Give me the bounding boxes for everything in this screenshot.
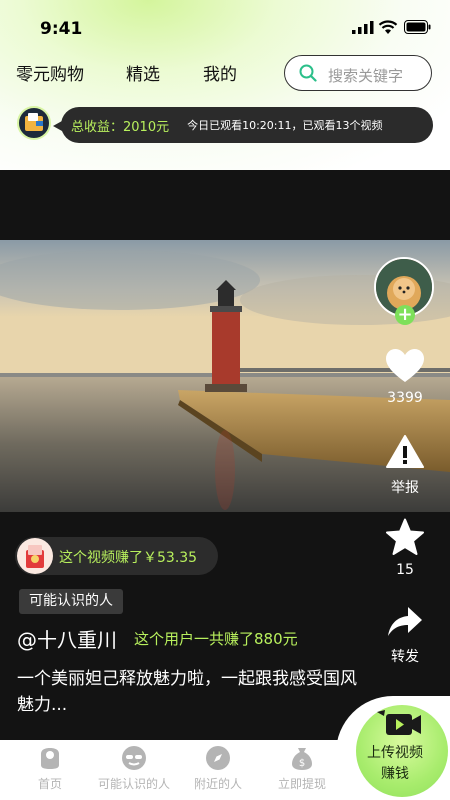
video-caption: 一个美丽妲己释放魅力啦，一起跟我感受国风魅力... <box>17 669 357 715</box>
search-icon <box>299 64 317 82</box>
upload-label-line2: 赚钱 <box>381 766 409 782</box>
tab-people-you-may-know[interactable]: 可能认识的人 <box>89 745 179 792</box>
share-label[interactable]: 转发 <box>375 646 435 666</box>
total-earnings-value: 2010元 <box>123 119 170 135</box>
status-time: 9:41 <box>40 19 83 39</box>
follow-button[interactable]: + <box>395 305 415 325</box>
search-input[interactable]: 搜索关键字 <box>284 55 432 91</box>
earnings-banner: 总收益： 2010元 今日已观看10:20:11，已观看13个视频 <box>53 107 433 143</box>
svg-text:$: $ <box>299 758 305 769</box>
author-earnings: 这个用户一共赚了880元 <box>134 630 298 648</box>
tab-withdraw[interactable]: $ 立即提现 <box>257 745 347 792</box>
heart-icon[interactable] <box>385 348 425 384</box>
money-bag-icon: $ <box>292 748 312 770</box>
tab-people-label: 可能认识的人 <box>97 777 170 791</box>
home-icon <box>41 748 59 769</box>
video-earnings-text: 这个视频赚了￥53.35 <box>59 550 198 566</box>
user-avatar[interactable] <box>17 106 51 140</box>
upload-label-line1: 上传视频 <box>367 745 423 761</box>
status-bar: 9:41 <box>0 0 450 56</box>
author-handle[interactable]: @十八重川 <box>17 624 117 653</box>
warning-icon[interactable] <box>386 435 424 469</box>
star-icon[interactable] <box>386 518 424 556</box>
compass-icon <box>206 746 230 770</box>
wallet-icon <box>25 113 43 131</box>
cellular-signal-icon <box>352 21 374 34</box>
nav-mine[interactable]: 我的 <box>203 60 237 85</box>
tab-home-label: 首页 <box>37 777 62 791</box>
share-icon[interactable] <box>387 606 423 638</box>
favorite-count: 15 <box>396 562 414 578</box>
red-envelope-icon <box>17 538 53 574</box>
tab-withdraw-label: 立即提现 <box>277 777 326 791</box>
people-icon <box>122 746 146 770</box>
nav-zero-shopping[interactable]: 零元购物 <box>16 60 84 85</box>
like-count: 3399 <box>387 390 423 406</box>
nav-featured[interactable]: 精选 <box>126 60 160 85</box>
watch-progress-text: 今日已观看10:20:11，已观看13个视频 <box>187 119 383 132</box>
tab-nearby[interactable]: 附近的人 <box>173 745 263 792</box>
report-label[interactable]: 举报 <box>375 477 435 497</box>
wifi-icon <box>378 20 398 34</box>
tab-home[interactable]: 首页 <box>5 745 95 792</box>
video-camera-icon <box>377 710 421 735</box>
total-earnings-label: 总收益： <box>71 119 124 135</box>
battery-icon <box>404 20 431 34</box>
search-placeholder: 搜索关键字 <box>328 67 404 85</box>
tab-nearby-label: 附近的人 <box>193 777 242 791</box>
tag-chip[interactable]: 可能认识的人 <box>19 589 123 614</box>
